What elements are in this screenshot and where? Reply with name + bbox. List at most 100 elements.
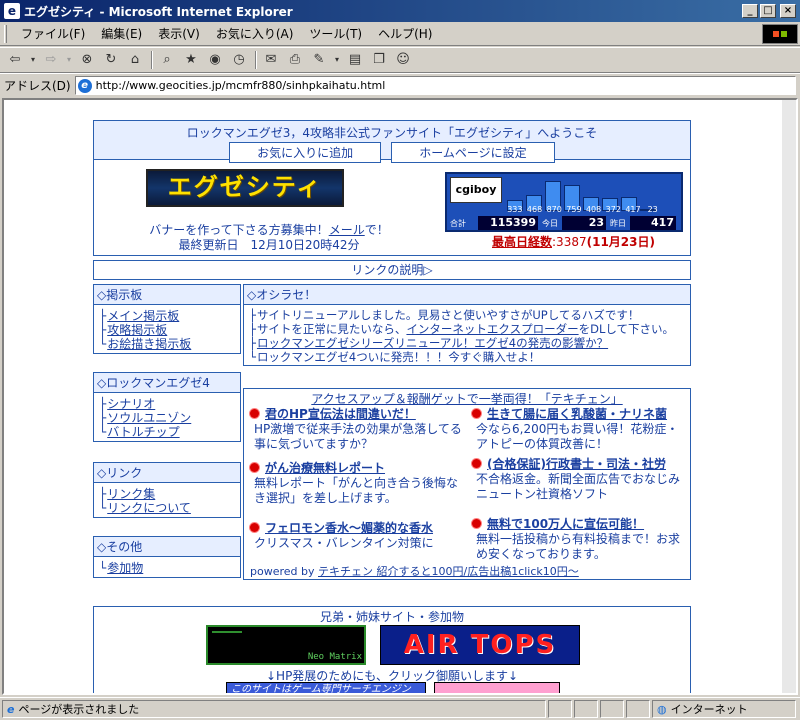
link-explain-text[interactable]: リンクの説明▷ <box>351 263 432 277</box>
access-counter[interactable]: cgiboy 333 468 870 759 408 372 417 23 合計 115399… <box>445 172 683 232</box>
media-icon[interactable]: ◉ <box>204 50 226 70</box>
game-search-banner[interactable]: このサイトはゲーム専門サーチエンジン <box>226 682 426 693</box>
history-icon[interactable]: ◷ <box>228 50 250 70</box>
edit-icon[interactable]: ✎ <box>308 50 330 70</box>
bullet-icon <box>248 461 261 474</box>
sidebar-item-battle-chip[interactable]: └バトルチップ <box>99 425 240 439</box>
ad-6: 無料で100万人に宣伝可能！ 無料一括投稿から有料投稿まで！お求め安くなっており… <box>470 515 688 562</box>
sidebar-item-soul-unison[interactable]: ├ソウルユニゾン <box>99 411 240 425</box>
sidebar-item-participation[interactable]: └参加物 <box>99 561 240 575</box>
counter-totals: 合計 115399 今日 23 昨日 417 <box>450 216 680 230</box>
forward-dropdown-icon[interactable]: ▾ <box>64 50 74 70</box>
sister-title: 兄弟・姉妹サイト・参加物 <box>319 610 464 624</box>
sidebar-item-oekaki-bbs[interactable]: └お絵描き掲示板 <box>99 337 240 351</box>
recruit-post: で！ <box>364 223 389 237</box>
forward-icon[interactable]: ⇨ <box>40 50 62 70</box>
ad-5-link[interactable]: フェロモン香水～媚薬的な香水 <box>265 519 433 536</box>
address-label: アドレス(D) <box>4 79 71 93</box>
bullet-icon <box>470 517 483 530</box>
header-buttons: お気に入りに追加 ホームページに設定 <box>94 142 690 163</box>
print-icon[interactable]: ⎙ <box>284 50 306 70</box>
record-link[interactable]: 最高日経数 <box>492 235 552 249</box>
notice-line-3[interactable]: ├ロックマンエグゼシリーズリニューアル！エグゼ4の発売の影響か？ <box>249 336 690 350</box>
exe4-title: ◇ロックマンエグゼ4 <box>94 373 240 393</box>
vertical-scrollbar[interactable] <box>782 100 796 693</box>
page-content: ロックマンエグゼ3，4攻略非公式ファンサイト「エグゼシティ」へようこそ お気に入… <box>2 98 798 695</box>
counter-bar-value: 408 <box>585 205 602 214</box>
toolbar: ⇦ ▾ ⇨ ▾ ⊗ ↻ ⌂ ⌕ ★ ◉ ◷ ✉ ⎙ ✎ ▾ ▤ ❐ ☺ <box>0 47 800 73</box>
counter-bar-value: 23 <box>647 205 658 214</box>
notice-line-4: └ロックマンエグゼ4ついに発売！！！今すぐ購入せよ！ <box>249 350 541 364</box>
record-value: :3387 <box>552 235 587 249</box>
mail-link[interactable]: メール <box>329 223 365 237</box>
ad-6-desc: 無料一括投稿から有料投稿まで！お求め安くなっております。 <box>476 532 681 561</box>
add-favorite-button[interactable]: お気に入りに追加 <box>229 142 382 163</box>
ad-3-link[interactable]: がん治療無料レポート <box>265 459 385 476</box>
maximize-button[interactable]: □ <box>760 4 776 18</box>
ad-1-desc: HP激増で従来手法の効果が急落してる事に気づいてますか？ <box>254 422 462 451</box>
window-title: エグゼシティ - Microsoft Internet Explorer <box>24 4 293 19</box>
ad-6-link[interactable]: 無料で100万人に宣伝可能！ <box>487 515 644 532</box>
bbs-list: ├メイン掲示板 ├攻略掲示板 └お絵描き掲示板 <box>94 305 240 351</box>
counter-bar-value: 468 <box>526 205 543 214</box>
record-date: (11月23日) <box>586 235 655 249</box>
site-banner[interactable]: エグゼシティ <box>146 169 344 207</box>
menu-help[interactable]: ヘルプ(H) <box>370 25 440 42</box>
set-homepage-button[interactable]: ホームページに設定 <box>390 142 555 163</box>
ad-1: 君のHP宣伝法は間違いだ！ HP激増で従来手法の効果が急落してる事に気づいてます… <box>248 405 466 452</box>
menu-edit[interactable]: 編集(E) <box>93 25 150 42</box>
discuss-icon[interactable]: ▤ <box>344 50 366 70</box>
bullet-icon <box>248 521 261 534</box>
refresh-icon[interactable]: ↻ <box>100 50 122 70</box>
menu-favorites[interactable]: お気に入り(A) <box>208 25 302 42</box>
back-icon[interactable]: ⇦ <box>4 50 26 70</box>
other-box: ◇その他 └参加物 <box>93 536 241 578</box>
sidebar-item-scenario[interactable]: ├シナリオ <box>99 397 240 411</box>
status-panel-4 <box>626 700 650 718</box>
edit-dropdown-icon[interactable]: ▾ <box>332 50 342 70</box>
counter-logo: cgiboy <box>450 177 502 203</box>
back-dropdown-icon[interactable]: ▾ <box>28 50 38 70</box>
second-banner[interactable] <box>434 682 560 693</box>
record-line: 最高日経数:3387(11月23日) <box>492 233 692 250</box>
sidebar-item-about-links[interactable]: └リンクについて <box>99 501 240 515</box>
neo-matrix-banner[interactable]: Neo Matrix <box>206 625 366 665</box>
close-button[interactable]: × <box>780 4 796 18</box>
search-icon[interactable]: ⌕ <box>156 50 178 70</box>
home-icon[interactable]: ⌂ <box>124 50 146 70</box>
links-box: ◇リンク ├リンク集 └リンクについて <box>93 462 241 518</box>
menu-file[interactable]: ファイル(F) <box>13 25 93 42</box>
tekichen-link[interactable]: テキチェン 紹介すると100円/広告出稿1click10円～ <box>318 565 579 578</box>
menu-tools[interactable]: ツール(T) <box>301 25 370 42</box>
menu-view[interactable]: 表示(V) <box>150 25 208 42</box>
mail-icon[interactable]: ✉ <box>260 50 282 70</box>
powered-by: powered by テキチェン 紹介すると100円/広告出稿1click10円… <box>250 565 579 578</box>
stop-icon[interactable]: ⊗ <box>76 50 98 70</box>
favorites-icon[interactable]: ★ <box>180 50 202 70</box>
ad-2-link[interactable]: 生きて腸に届く乳酸菌・ナリネ菌 <box>487 405 667 422</box>
ad-4-desc: 不合格返金。新聞全面広告でおなじみニュートン社資格ソフト <box>476 472 681 501</box>
sidebar-item-main-bbs[interactable]: ├メイン掲示板 <box>99 309 240 323</box>
ie-icon: e <box>4 3 20 19</box>
recruit-pre: バナーを作って下さる方募集中！ <box>149 223 329 237</box>
research-icon[interactable]: ❐ <box>368 50 390 70</box>
today-value: 23 <box>562 216 606 230</box>
address-url[interactable]: http://www.geocities.jp/mcmfr880/sinhpka… <box>96 79 386 92</box>
yesterday-label: 昨日 <box>610 218 626 228</box>
counter-bar-value: 333 <box>507 205 523 214</box>
link-explain-bar[interactable]: リンクの説明▷ <box>93 260 691 280</box>
ad-3: がん治療無料レポート 無料レポート「がんと向き合う後悔なき選択」を差し上げます。 <box>248 459 466 506</box>
header-box: ロックマンエグゼ3，4攻略非公式ファンサイト「エグゼシティ」へようこそ お気に入… <box>93 120 691 256</box>
address-input[interactable]: e http://www.geocities.jp/mcmfr880/sinhp… <box>74 76 796 95</box>
messenger-icon[interactable]: ☺ <box>392 50 414 70</box>
ad-2-desc: 今なら6,200円もお買い得！花粉症・アトピーの体質改善に！ <box>476 422 679 451</box>
sidebar-item-link-collection[interactable]: ├リンク集 <box>99 487 240 501</box>
ad-4: (合格保証)行政書士・司法・社労 不合格返金。新聞全面広告でおなじみニュートン社… <box>470 455 688 502</box>
ad-4-link[interactable]: (合格保証)行政書士・司法・社労 <box>487 455 666 472</box>
airtops-banner[interactable]: AIR TOPS <box>380 625 580 665</box>
ad-1-link[interactable]: 君のHP宣伝法は間違いだ！ <box>265 405 416 422</box>
minimize-button[interactable]: _ <box>742 4 758 18</box>
sidebar-item-strategy-bbs[interactable]: ├攻略掲示板 <box>99 323 240 337</box>
ie-download-link[interactable]: インターネットエクスプローダー <box>406 322 578 336</box>
zone-text: インターネット <box>670 703 748 716</box>
